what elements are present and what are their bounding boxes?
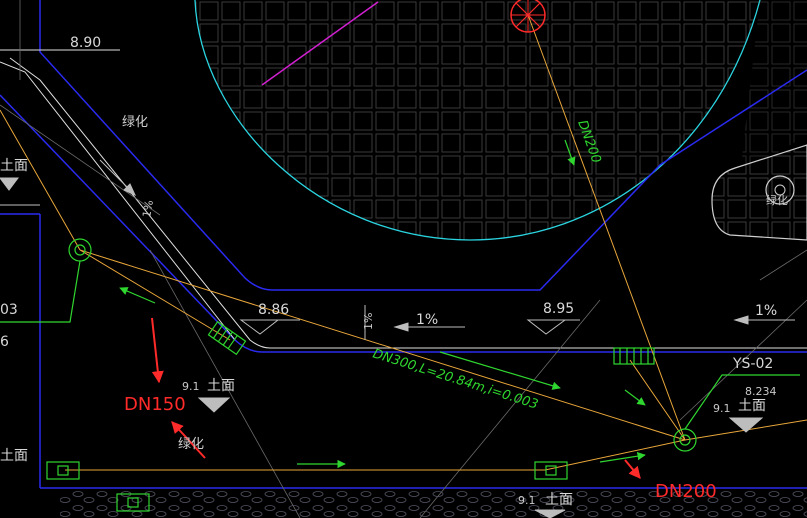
inspection-well-ys02 — [673, 374, 800, 452]
slope-label-2: 1% — [755, 303, 777, 319]
greenery-label: 绿化 — [122, 115, 148, 130]
ground-level-91-b: 9.1 — [713, 402, 731, 415]
greenery-island-label: 绿化 — [766, 193, 788, 207]
elevation-895: 8.95 — [543, 301, 574, 317]
catch-basins — [46, 320, 655, 512]
ground-label-bottom-left: 土面 — [0, 448, 28, 464]
ground-level-91-a: 9.1 — [182, 380, 200, 393]
greenery-label-bottom: 绿化 — [178, 437, 204, 452]
slope-label-1: 1% — [416, 312, 438, 328]
partial-label-a: 03 — [0, 302, 18, 318]
ground-label-c: 土面 — [545, 492, 573, 508]
elevation-886: 8.86 — [258, 302, 289, 318]
slope-label-3: 1% — [140, 199, 156, 218]
elevation-8234: 8.234 — [745, 385, 777, 398]
slope-label-4: 1% — [362, 313, 375, 330]
well-id-label: YS-02 — [732, 356, 773, 372]
annotation-dn150: DN150 — [124, 394, 186, 415]
cad-drawing: 8.90 8.86 8.95 8.234 绿化 绿化 绿化 土面 9.1 土面 … — [0, 0, 807, 518]
annotation-dn200: DN200 — [655, 481, 717, 502]
ground-label-left: 土面 — [0, 158, 28, 174]
ground-label-a: 土面 — [207, 378, 235, 394]
ground-level-91-c: 9.1 — [518, 494, 536, 507]
elevation-890: 8.90 — [70, 35, 101, 51]
partial-label-b: 6 — [0, 334, 9, 350]
ground-label-b: 土面 — [738, 398, 766, 414]
paved-plaza — [194, 0, 761, 241]
